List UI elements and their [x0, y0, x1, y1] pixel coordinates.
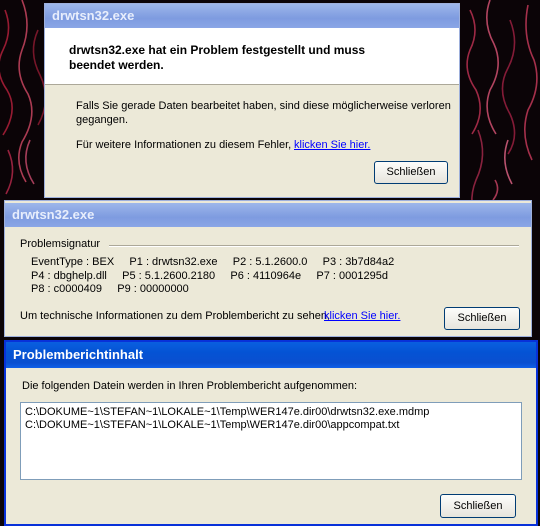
- file-list-item[interactable]: C:\DOKUME~1\STEFAN~1\LOKALE~1\Temp\WER14…: [25, 406, 517, 419]
- crash-dialog-window: drwtsn32.exe drwtsn32.exe hat ein Proble…: [44, 3, 460, 198]
- dialog-title-bar[interactable]: Problemberichtinhalt: [6, 342, 536, 368]
- technical-info-link[interactable]: klicken Sie hier.: [324, 310, 400, 322]
- signature-separator: [109, 245, 519, 247]
- file-list-item[interactable]: C:\DOKUME~1\STEFAN~1\LOKALE~1\Temp\WER14…: [25, 419, 517, 432]
- signature-line-1: EventType : BEX P1 : drwtsn32.exe P2 : 5…: [31, 256, 395, 268]
- report-contents-window: Problemberichtinhalt Die folgenden Datei…: [4, 340, 538, 526]
- technical-info-text: Um technische Informationen zu dem Probl…: [20, 310, 330, 322]
- data-loss-warning-line-2: gegangen.: [76, 114, 128, 126]
- problem-signature-header: Problemsignatur: [20, 238, 101, 250]
- report-description: Die folgenden Datein werden in Ihren Pro…: [22, 380, 358, 392]
- headline-line-2: beendet werden.: [69, 58, 164, 72]
- more-info-text: Für weitere Informationen zu diesem Fehl…: [76, 139, 292, 151]
- more-info-link[interactable]: klicken Sie hier.: [294, 139, 370, 151]
- data-loss-warning-line-1: Falls Sie gerade Daten bearbeitet haben,…: [76, 100, 451, 112]
- dialog-title-bar[interactable]: drwtsn32.exe: [45, 4, 459, 28]
- file-list[interactable]: C:\DOKUME~1\STEFAN~1\LOKALE~1\Temp\WER14…: [20, 402, 522, 480]
- signature-line-2: P4 : dbghelp.dll P5 : 5.1.2600.2180 P6 :…: [31, 270, 388, 282]
- dialog-title-bar[interactable]: drwtsn32.exe: [5, 203, 531, 227]
- headline-panel: drwtsn32.exe hat ein Problem festgestell…: [45, 28, 459, 85]
- close-button[interactable]: Schließen: [440, 494, 516, 518]
- close-button[interactable]: Schließen: [374, 161, 448, 184]
- problem-signature-window: drwtsn32.exe Problemsignatur EventType :…: [4, 200, 532, 337]
- close-button[interactable]: Schließen: [444, 307, 520, 330]
- signature-line-3: P8 : c0000409 P9 : 00000000: [31, 283, 189, 295]
- headline-line-1: drwtsn32.exe hat ein Problem festgestell…: [69, 43, 366, 57]
